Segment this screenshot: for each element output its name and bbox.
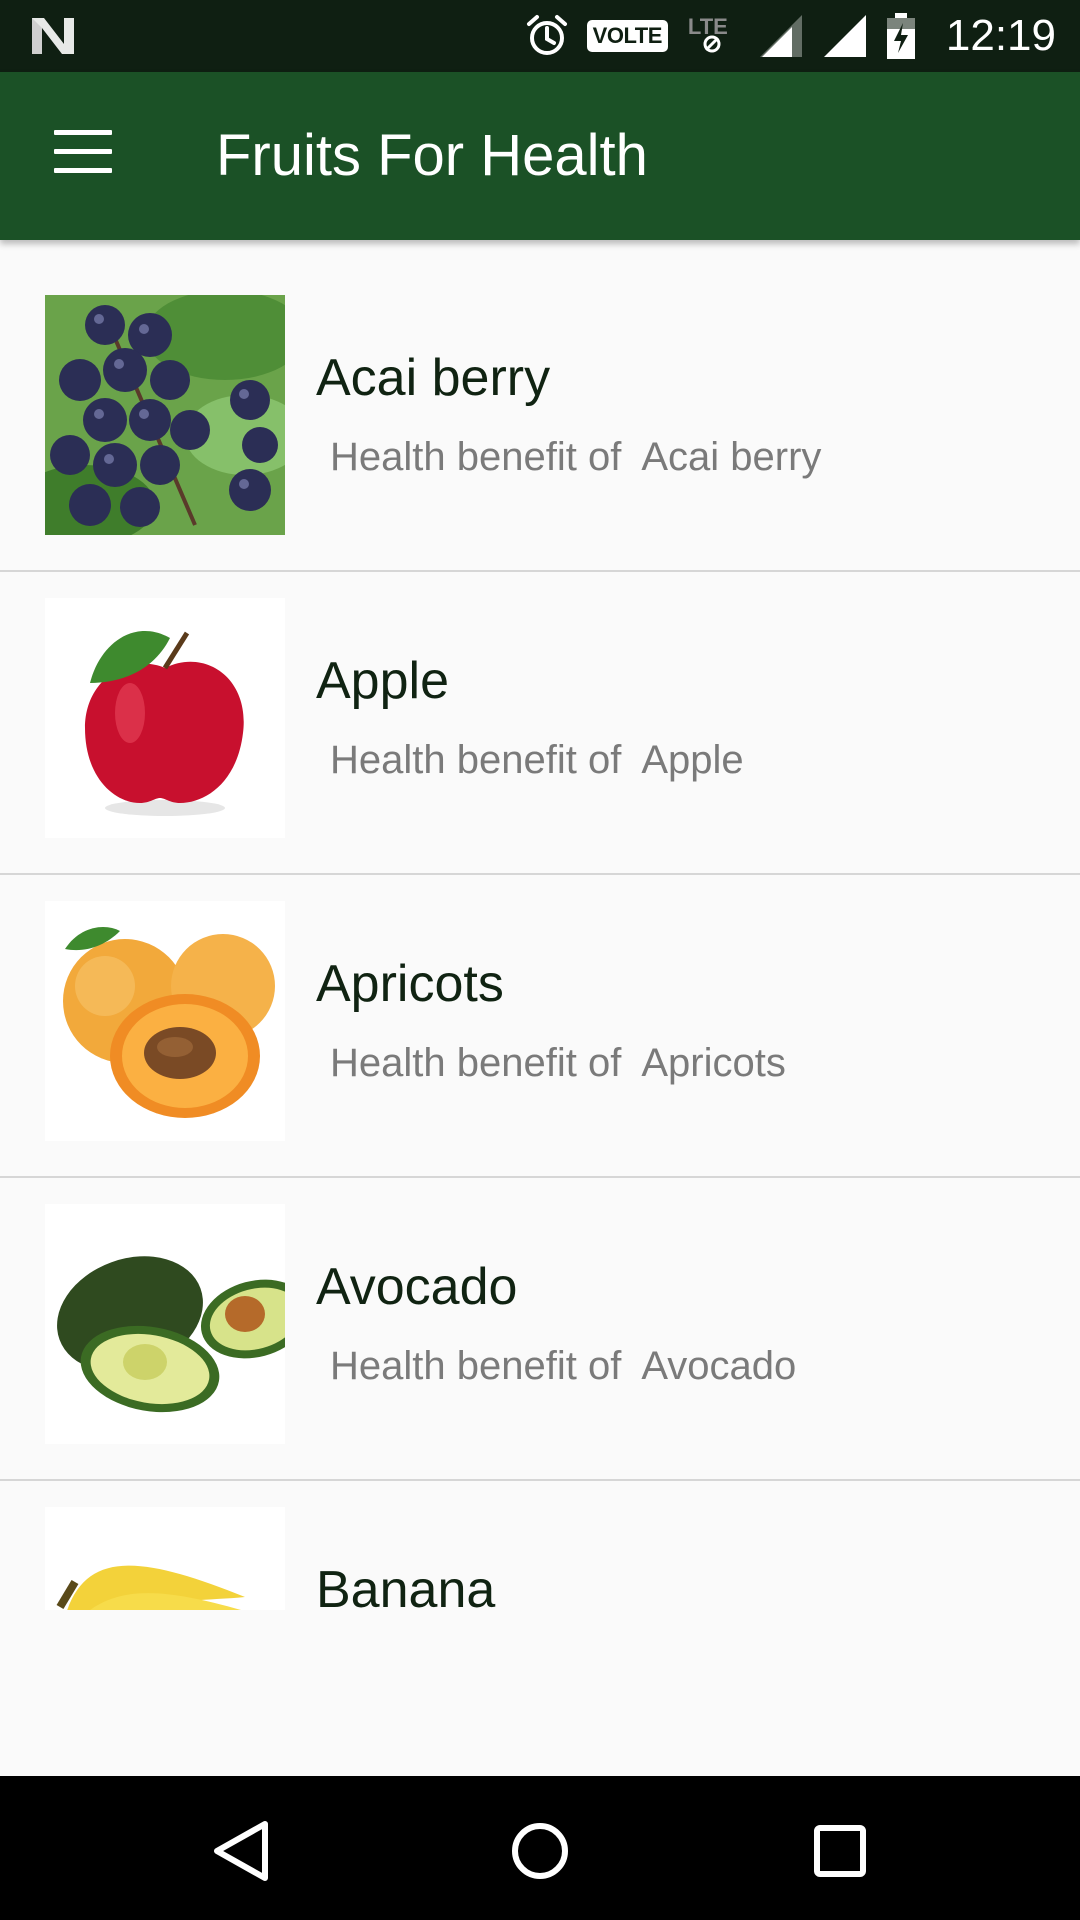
list-item-subtitle: Health benefit of Avocado: [330, 1344, 797, 1388]
status-bar: VOLTE LTE 12:19: [0, 0, 1080, 72]
lte-no-data-icon: LTE: [686, 14, 740, 56]
home-icon[interactable]: [500, 1816, 580, 1886]
list-item[interactable]: Apricots Health benefit of Apricots: [0, 846, 1080, 1148]
volte-badge: VOLTE: [586, 20, 668, 52]
list-item-title: Acai berry: [316, 349, 551, 407]
alarm-icon: [526, 15, 567, 55]
signal-icon: [823, 15, 866, 57]
list-item[interactable]: Acai berry Health benefit of Acai berry: [0, 240, 1080, 542]
battery-charging-icon: [886, 13, 915, 59]
list-item[interactable]: Apple Health benefit of Apple: [0, 543, 1080, 845]
apple-image: [45, 598, 285, 838]
recents-icon[interactable]: [800, 1816, 880, 1886]
list-item[interactable]: Avocado Health benefit of Avocado: [0, 1149, 1080, 1451]
list-item-subtitle: Health benefit of Apple: [330, 738, 744, 782]
list-item-subtitle: Health benefit of Apricots: [330, 1041, 786, 1085]
banana-image: [45, 1507, 285, 1610]
hamburger-menu-icon[interactable]: [54, 130, 112, 176]
navigation-bar: [0, 1776, 1080, 1920]
fruit-list[interactable]: Acai berry Health benefit of Acai berry …: [0, 240, 1080, 1610]
apricots-image: [45, 901, 285, 1141]
acai-berry-image: [45, 295, 285, 535]
list-item-title: Apple: [316, 652, 449, 710]
notification-n-icon: [32, 18, 74, 54]
list-item[interactable]: Banana: [0, 1452, 1080, 1610]
list-item-title: Banana: [316, 1561, 496, 1610]
list-item-subtitle: Health benefit of Acai berry: [330, 435, 822, 479]
clock: 12:19: [945, 11, 1056, 60]
back-icon[interactable]: [201, 1816, 281, 1886]
signal-icon: [759, 15, 802, 57]
page-title: Fruits For Health: [216, 123, 648, 188]
app-bar: Fruits For Health: [0, 72, 1080, 240]
list-item-title: Avocado: [316, 1258, 518, 1316]
list-item-title: Apricots: [316, 955, 504, 1013]
avocado-image: [45, 1204, 285, 1444]
